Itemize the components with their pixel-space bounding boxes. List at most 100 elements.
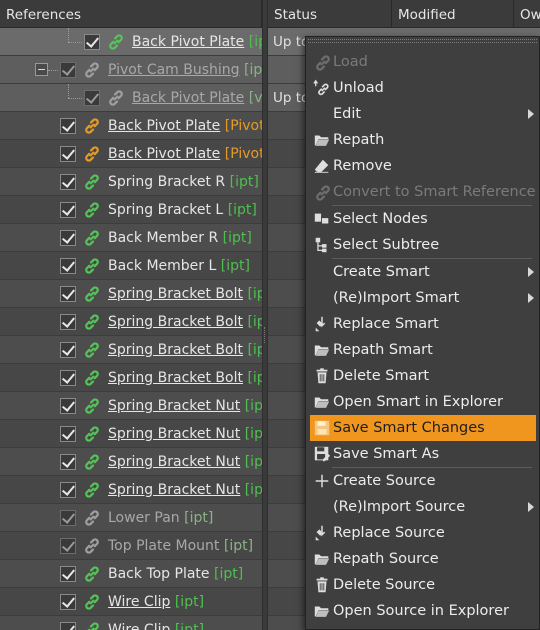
- reference-label: Top Plate Mount [ipt]: [108, 532, 253, 560]
- menu-item-save-smart-changes[interactable]: Save Smart Changes: [310, 415, 536, 441]
- tree-row[interactable]: Wire Clip [ipt]: [0, 588, 262, 616]
- tree-row[interactable]: Spring Bracket Bolt [ip: [0, 364, 262, 392]
- include-checkbox[interactable]: [60, 538, 76, 554]
- tree-row[interactable]: Spring Bracket Bolt [ip: [0, 280, 262, 308]
- menu-item-open-source-in-explorer[interactable]: Open Source in Explorer: [310, 598, 536, 624]
- menu-item-label: Replace Smart: [333, 316, 439, 332]
- include-checkbox[interactable]: [84, 90, 100, 106]
- menu-item-delete-smart[interactable]: Delete Smart: [310, 363, 536, 389]
- menu-item-create-source[interactable]: Create Source: [310, 468, 536, 494]
- tree-row[interactable]: Spring Bracket L [ipt]: [0, 196, 262, 224]
- reference-name: Back Pivot Plate: [132, 34, 245, 50]
- reference-extension: [ipt]: [174, 594, 205, 610]
- include-checkbox[interactable]: [60, 342, 76, 358]
- tree-row[interactable]: Back Member R [ipt]: [0, 224, 262, 252]
- reference-extension: [ip: [248, 34, 262, 50]
- include-checkbox[interactable]: [60, 286, 76, 302]
- include-checkbox[interactable]: [60, 202, 76, 218]
- reference-name: Pivot Cam Bushing: [108, 62, 240, 78]
- reference-extension: [ipt]: [222, 230, 252, 246]
- menu-item-remove[interactable]: Remove: [310, 153, 536, 179]
- tree-row[interactable]: Back Pivot Plate [ip: [0, 28, 262, 56]
- menu-item-open-smart-in-explorer[interactable]: Open Smart in Explorer: [310, 389, 536, 415]
- submenu-arrow-icon: [528, 502, 534, 512]
- include-checkbox[interactable]: [60, 594, 76, 610]
- include-checkbox[interactable]: [60, 482, 76, 498]
- tree-row[interactable]: Spring Bracket Nut [ipt: [0, 476, 262, 504]
- menu-item-select-nodes[interactable]: Select Nodes: [310, 206, 536, 232]
- select-subtree-icon: [313, 236, 331, 254]
- include-checkbox[interactable]: [60, 62, 76, 78]
- tree-row[interactable]: Spring Bracket Nut [ipt: [0, 420, 262, 448]
- tree-row[interactable]: Spring Bracket Nut [ipt: [0, 392, 262, 420]
- folder-open-icon: [313, 393, 331, 411]
- reference-label: Spring Bracket Nut [ipt: [108, 476, 262, 504]
- link-icon: [313, 53, 331, 71]
- include-checkbox[interactable]: [60, 314, 76, 330]
- reference-name: Spring Bracket Bolt: [108, 370, 243, 386]
- menu-item-edit[interactable]: Edit: [310, 101, 536, 127]
- include-checkbox[interactable]: [60, 510, 76, 526]
- collapse-toggle[interactable]: [35, 63, 48, 76]
- tree-row[interactable]: Back Pivot Plate [Pivot: [0, 140, 262, 168]
- include-checkbox[interactable]: [60, 258, 76, 274]
- tree-row[interactable]: Spring Bracket Bolt [ip: [0, 336, 262, 364]
- menu-item-delete-source[interactable]: Delete Source: [310, 572, 536, 598]
- include-checkbox[interactable]: [60, 398, 76, 414]
- tree-row[interactable]: Pivot Cam Bushing [ipt]: [0, 56, 262, 84]
- include-checkbox[interactable]: [60, 174, 76, 190]
- tree-row[interactable]: Lower Pan [ipt]: [0, 504, 262, 532]
- reference-link-icon: [82, 256, 102, 276]
- menu-item-repath[interactable]: Repath: [310, 127, 536, 153]
- menu-item-repath-smart[interactable]: Repath Smart: [310, 337, 536, 363]
- column-header-references[interactable]: References: [0, 0, 262, 28]
- include-checkbox[interactable]: [60, 426, 76, 442]
- context-menu: Load Unload Edit Repath Remove Convert to Sma…: [305, 36, 540, 630]
- reference-label: Spring Bracket Bolt [ip: [108, 336, 262, 364]
- menu-item-label: Save Smart Changes: [333, 420, 485, 436]
- reference-extension: [ipt]: [223, 538, 254, 554]
- reference-name: Spring Bracket Bolt: [108, 314, 243, 330]
- tree-row[interactable]: Wire Clip [ipt]: [0, 616, 262, 630]
- tree-row[interactable]: Spring Bracket R [ipt]: [0, 168, 262, 196]
- tree-row[interactable]: Back Member L [ipt]: [0, 252, 262, 280]
- save-as-icon: [313, 445, 331, 463]
- include-checkbox[interactable]: [60, 370, 76, 386]
- tree-row[interactable]: Spring Bracket Nut [ipt: [0, 448, 262, 476]
- include-checkbox[interactable]: [60, 622, 76, 630]
- reference-link-icon: [82, 284, 102, 304]
- tree-row[interactable]: Top Plate Mount [ipt]: [0, 532, 262, 560]
- include-checkbox[interactable]: [60, 454, 76, 470]
- unload-icon: [313, 79, 331, 97]
- menu-item-save-smart-as[interactable]: Save Smart As: [310, 441, 536, 467]
- menu-item-label: Remove: [333, 158, 392, 174]
- menu-item-replace-source[interactable]: Replace Source: [310, 520, 536, 546]
- include-checkbox[interactable]: [60, 146, 76, 162]
- reference-name: Wire Clip: [108, 594, 171, 610]
- menu-item-replace-smart[interactable]: Replace Smart: [310, 311, 536, 337]
- reference-name: Spring Bracket Bolt: [108, 342, 243, 358]
- menu-item-unload[interactable]: Unload: [310, 75, 536, 101]
- menu-item-create-smart[interactable]: Create Smart: [310, 259, 536, 285]
- tree-row[interactable]: Back Pivot Plate [v: [0, 84, 262, 112]
- menu-tear-off-handle[interactable]: [308, 39, 537, 43]
- include-checkbox[interactable]: [60, 230, 76, 246]
- reference-label: Spring Bracket L [ipt]: [108, 196, 257, 224]
- tree-row[interactable]: Back Top Plate [ipt]: [0, 560, 262, 588]
- include-checkbox[interactable]: [84, 34, 100, 50]
- tree-row[interactable]: Back Pivot Plate [Pivot: [0, 112, 262, 140]
- tree-row[interactable]: Spring Bracket Bolt [ip: [0, 308, 262, 336]
- column-header-status[interactable]: Status: [268, 0, 392, 28]
- replace-icon: [313, 524, 331, 542]
- menu-item-select-subtree[interactable]: Select Subtree: [310, 232, 536, 258]
- reference-extension: [ip: [247, 342, 262, 358]
- tree-guide-line: [68, 42, 82, 43]
- include-checkbox[interactable]: [60, 118, 76, 134]
- menu-item-reimport-source[interactable]: (Re)Import Source: [310, 494, 536, 520]
- menu-item-repath-source[interactable]: Repath Source: [310, 546, 536, 572]
- include-checkbox[interactable]: [60, 566, 76, 582]
- menu-item-reimport-smart[interactable]: (Re)Import Smart: [310, 285, 536, 311]
- reference-link-icon: [82, 144, 102, 164]
- column-header-modified[interactable]: Modified: [392, 0, 514, 28]
- column-header-owner[interactable]: Ow: [514, 0, 540, 28]
